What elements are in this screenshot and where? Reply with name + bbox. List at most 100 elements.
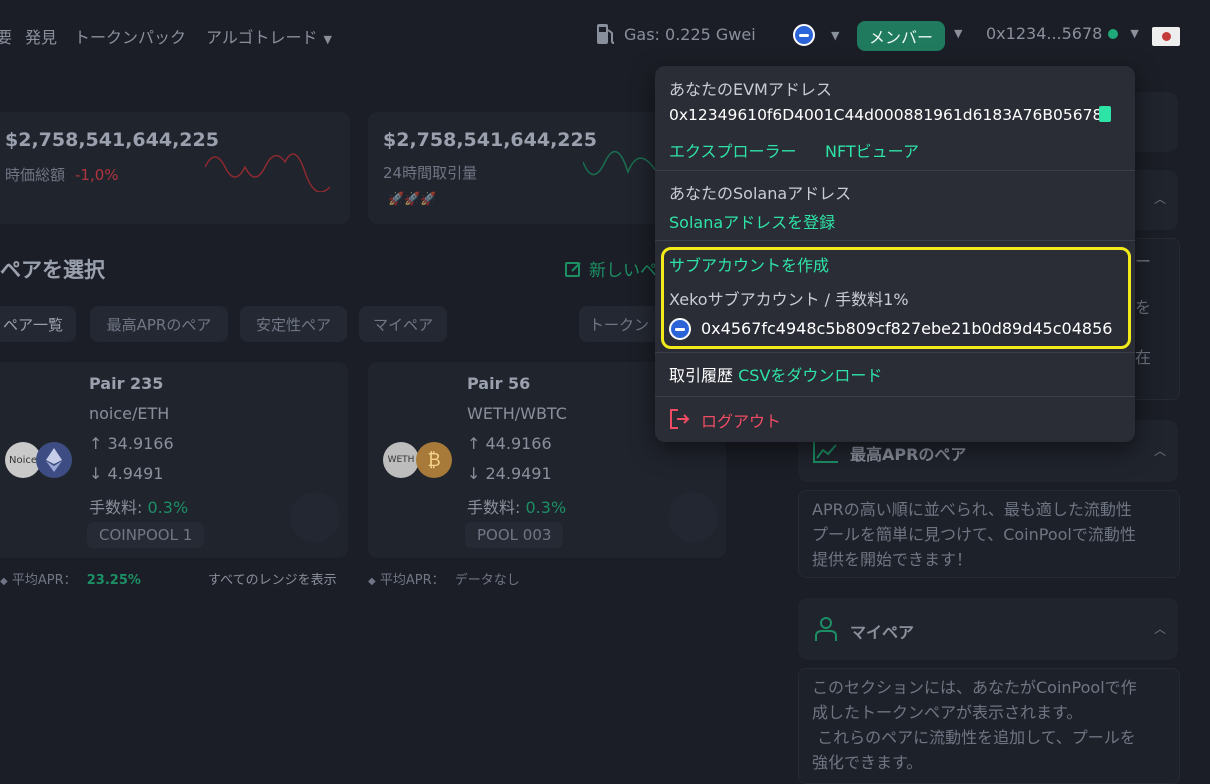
volume-value: $2,758,541,644,225 (383, 129, 597, 151)
chevron-up-icon[interactable]: ︿ (1154, 620, 1166, 637)
evm-address-label: あなたのEVMアドレス (669, 80, 832, 99)
new-pair-label: 新しいペ (589, 261, 657, 281)
chevron-down-icon: ▼ (831, 28, 840, 42)
my-pair-text-line: 成したトークンペアが表示されます。 (812, 703, 1083, 722)
gas-indicator: Gas: 0.225 Gwei (596, 22, 756, 46)
chevron-down-icon[interactable]: ▼ (954, 27, 962, 40)
member-button[interactable]: メンバー (857, 21, 945, 51)
gas-pump-icon (597, 24, 615, 44)
volume-label: 24時間取引量 (383, 164, 478, 182)
diamond-icon: ◆ (368, 576, 376, 587)
divider (655, 396, 1135, 397)
my-pair-title: マイペア (850, 623, 915, 642)
nav-item-token-pack[interactable]: トークンパック (74, 24, 186, 48)
diamond-icon: ◆ (0, 576, 8, 587)
weth-icon: WETH (383, 442, 419, 478)
market-cap-label: 時価総額 (5, 166, 66, 184)
avg-apr-value: 23.25% (86, 573, 141, 588)
pair-down-value: ↓ 4.9491 (89, 464, 164, 483)
pair-symbol: noice/ETH (89, 404, 170, 423)
evm-address-value: 0x12349610f6D4001C44d000881961d6183A76B0… (669, 106, 1103, 124)
register-solana-link[interactable]: Solanaアドレスを登録 (669, 209, 835, 233)
tab-pair-list[interactable]: ペア一覧 (0, 306, 76, 342)
pool-badge: COINPOOL 1 (87, 522, 205, 548)
eth-icon (36, 442, 72, 478)
my-pair-body: このセクションには、あなたがCoinPoolで作 成したトークンペアが表示されま… (798, 668, 1180, 784)
token-filter[interactable]: トークン (579, 306, 659, 342)
tab-best-apr[interactable]: 最高APRのペア (90, 306, 228, 342)
avg-apr-2: ◆ 平均APR： データなし (368, 569, 520, 588)
divider (655, 352, 1135, 353)
solana-address-label: あなたのSolanaアドレス (669, 184, 852, 203)
chevron-down-icon: ▼ (1130, 27, 1139, 40)
best-apr-body: APRの高い順に並べられ、最も適した流動性 プールを簡単に見つけて、CoinPo… (798, 490, 1180, 578)
wallet-address-button[interactable]: 0x1234...5678 ▼ (986, 24, 1139, 43)
explorer-link[interactable]: エクスプローラー (669, 138, 797, 162)
sidebar-partial-text: を (1135, 298, 1152, 317)
fee-label: 手数料: (89, 498, 143, 517)
top-nav: 要 発見 トークンパック アルゴトレード ▼ Gas: 0.225 Gwei ▼ … (0, 0, 1210, 70)
gas-text: Gas: 0.225 Gwei (624, 24, 756, 44)
tab-stable-pairs[interactable]: 安定性ペア (240, 306, 347, 342)
logout-button[interactable]: ログアウト (701, 408, 781, 432)
avg-apr-1: ◆ 平均APR： 23.25% (0, 569, 141, 588)
connected-status-dot (1108, 28, 1119, 39)
copy-icon[interactable] (1099, 106, 1111, 122)
unicorn-watermark-icon (668, 492, 718, 542)
rocket-emoji: 🚀🚀🚀 (388, 192, 437, 207)
nft-viewer-link[interactable]: NFTビューア (825, 138, 919, 162)
pair-card[interactable]: Noice Pair 235 noice/ETH ↑ 34.9166 ↓ 4.9… (0, 362, 348, 558)
best-apr-text-line: 提供を開始できます！ (812, 550, 973, 569)
wallet-address: 0x1234...5678 (986, 24, 1103, 43)
chevron-up-icon[interactable]: ︿ (1154, 190, 1166, 207)
nav-item-algo-trade[interactable]: アルゴトレード ▼ (206, 24, 332, 48)
chevron-up-icon[interactable]: ︿ (1154, 442, 1166, 459)
bitcoin-icon: ₿ (416, 442, 452, 478)
sparkline-red (205, 153, 331, 192)
subaccount-highlight-box (661, 247, 1131, 349)
new-pair-button[interactable]: 新しいペ (565, 256, 657, 281)
best-apr-title: 最高APRのペア (850, 445, 967, 464)
sidebar-partial-text: 在 (1135, 348, 1152, 367)
my-pair-text-line: これらのペアに流動性を追加して、プールを (812, 728, 1136, 747)
pair-up-value: ↑ 44.9166 (467, 434, 552, 453)
avg-apr-value: データなし (454, 573, 520, 588)
fee-value: 0.3% (525, 498, 567, 517)
pair-symbol: WETH/WBTC (467, 404, 567, 423)
pool-badge: POOL 003 (465, 522, 564, 548)
nav-item-algo-trade-label: アルゴトレード (206, 28, 318, 47)
pair-up-value: ↑ 34.9166 (89, 434, 174, 453)
chevron-down-icon: ▼ (323, 33, 332, 46)
pair-name: Pair 56 (467, 374, 531, 393)
divider (655, 240, 1135, 241)
my-pair-text-line: このセクションには、あなたがCoinPoolで作 (812, 678, 1137, 697)
best-apr-text-line: APRの高い順に並べられ、最も適した流動性 (812, 500, 1132, 519)
sidebar-partial-text: ー (1135, 252, 1152, 271)
sidebar-my-pair-header[interactable]: マイペア ︿ (798, 598, 1178, 660)
best-apr-text-line: プールを簡単に見つけて、CoinPoolで流動性 (812, 525, 1136, 544)
trade-history-label: 取引履歴 (669, 366, 734, 385)
pair-name: Pair 235 (89, 374, 164, 393)
nav-item-partial[interactable]: 要 (0, 24, 12, 48)
network-selector[interactable]: ▼ (793, 24, 839, 46)
market-cap-value: $2,758,541,644,225 (5, 129, 219, 151)
fee-label: 手数料: (467, 498, 521, 517)
japan-flag-icon[interactable] (1152, 27, 1180, 46)
logout-icon[interactable] (669, 408, 691, 430)
tab-my-pairs[interactable]: マイペア (359, 306, 447, 342)
network-coin-icon (793, 24, 815, 46)
avg-apr-label: 平均APR： (379, 573, 445, 588)
market-cap-change: -1,0% (75, 166, 119, 184)
edit-icon (565, 261, 581, 277)
chart-line-icon (813, 442, 838, 463)
my-pair-text-line: 強化できます。 (812, 753, 923, 772)
divider (655, 170, 1135, 171)
user-icon (815, 617, 837, 641)
avg-apr-label: 平均APR： (11, 573, 77, 588)
pair-section-title: ペアを選択 (0, 258, 105, 282)
nav-item-discover[interactable]: 発見 (25, 24, 57, 48)
csv-download-link[interactable]: CSVをダウンロード (738, 366, 882, 385)
fee-value: 0.3% (147, 498, 189, 517)
show-all-ranges-link[interactable]: すべてのレンジを表示 (208, 569, 337, 588)
pair-down-value: ↓ 24.9491 (467, 464, 552, 483)
